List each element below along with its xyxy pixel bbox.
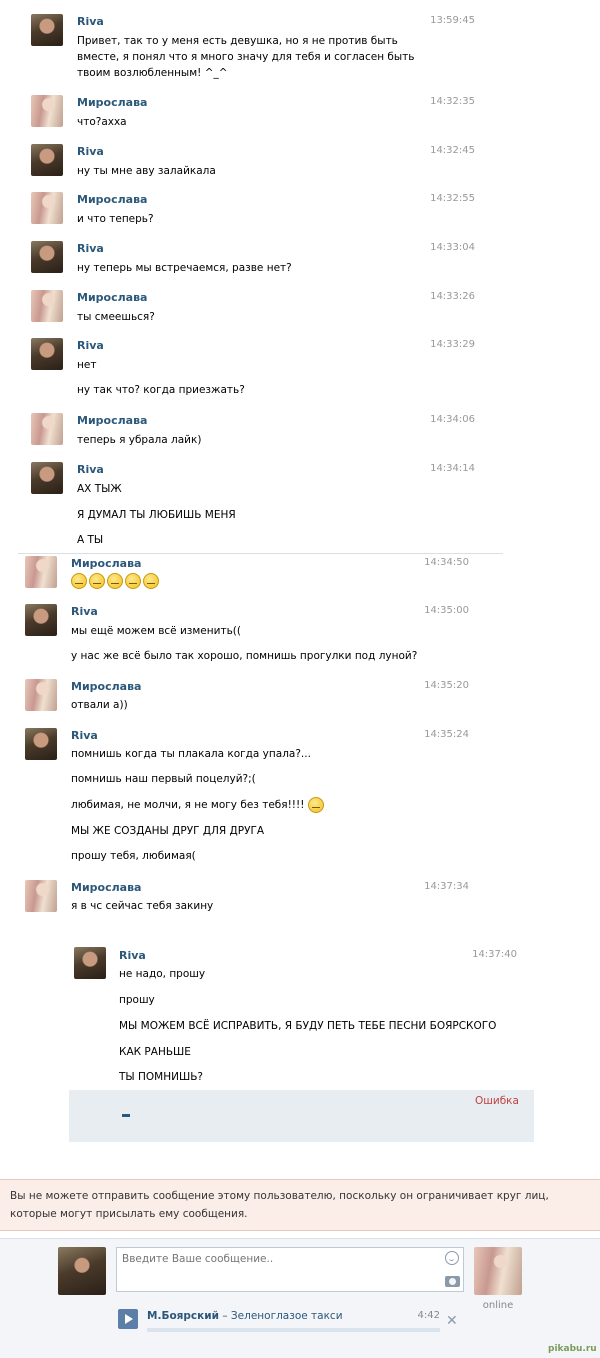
author-name[interactable]: Мирослава [77, 291, 147, 304]
author-name[interactable]: Riva [77, 339, 104, 352]
avatar[interactable] [25, 728, 57, 760]
message-text: КАК РАНЬШЕ [119, 1046, 191, 1058]
author-name[interactable]: Riva [77, 242, 104, 255]
message-time: 14:35:20 [424, 680, 469, 691]
message-text: помнишь когда ты плакала когда упала?... [71, 748, 311, 760]
message-line: любимая, не молчи, я не могу без тебя!!!… [71, 797, 326, 813]
avatar[interactable] [31, 462, 63, 494]
message-text: у нас же всё было так хорошо, помнишь пр… [71, 650, 418, 662]
author-name[interactable]: Мирослава [77, 193, 147, 206]
play-icon[interactable] [118, 1309, 138, 1329]
message-text: ты смеешься? [77, 311, 155, 323]
author-name[interactable]: Riva [77, 145, 104, 158]
message-text: мы ещё можем всё изменить(( [71, 625, 241, 637]
message-time: 13:59:45 [430, 15, 475, 26]
message-time: 14:37:34 [424, 881, 469, 892]
avatar[interactable] [31, 95, 63, 127]
track-artist[interactable]: М.Боярский [147, 1310, 219, 1322]
message-time: 14:33:26 [430, 291, 475, 302]
author-name[interactable]: Мирослава [71, 881, 141, 894]
emoji-icon[interactable] [445, 1251, 459, 1265]
message-text: и что теперь? [77, 213, 154, 225]
avatar[interactable] [31, 192, 63, 224]
message-time: 14:35:24 [424, 729, 469, 740]
peer-avatar[interactable] [474, 1247, 522, 1295]
privacy-notice-text: Вы не можете отправить сообщение этому п… [10, 1190, 549, 1220]
avatar[interactable] [25, 556, 57, 588]
message-time: 14:35:00 [424, 605, 469, 616]
message-text: помнишь наш первый поцелуй?;( [71, 773, 256, 785]
avatar[interactable] [25, 880, 57, 912]
neutral-face-icon [125, 573, 141, 589]
message-time: 14:33:29 [430, 339, 475, 350]
author-name[interactable]: Мирослава [77, 414, 147, 427]
message-text: теперь я убрала лайк) [77, 434, 202, 446]
author-name[interactable]: Riva [119, 949, 146, 962]
author-name[interactable]: Riva [77, 463, 104, 476]
message-time: 14:34:06 [430, 414, 475, 425]
message-time: 14:32:55 [430, 193, 475, 204]
neutral-face-icon [89, 573, 105, 589]
message-time: 14:34:50 [424, 557, 469, 568]
avatar[interactable] [31, 413, 63, 445]
emoji-row [71, 573, 161, 589]
avatar[interactable] [25, 679, 57, 711]
message-text: ну ты мне аву залайкала [77, 165, 216, 177]
message-text: ну так что? когда приезжать? [77, 384, 245, 396]
author-name[interactable]: Мирослава [71, 557, 141, 570]
neutral-face-icon [71, 573, 87, 589]
message-time: 14:37:40 [472, 949, 517, 960]
message-input[interactable] [116, 1247, 464, 1292]
message-text: прошу тебя, любимая( [71, 850, 196, 862]
message-text: А ТЫ [77, 534, 104, 546]
sending-indicator [122, 1114, 130, 1117]
message-text: что?ахха [77, 116, 127, 128]
message-time: 14:32:45 [430, 145, 475, 156]
track-title[interactable]: Зеленоглазое такси [231, 1310, 343, 1322]
message-text: Привет, так то у меня есть девушка, но я… [77, 35, 415, 79]
track-duration: 4:42 [417, 1310, 440, 1321]
neutral-face-icon [107, 573, 123, 589]
message-text: я в чс сейчас тебя закину [71, 900, 214, 912]
message-text: Я ДУМАЛ ТЫ ЛЮБИШЬ МЕНЯ [77, 509, 236, 521]
message-text: отвали а)) [71, 699, 128, 711]
message-text: не надо, прошу [119, 968, 206, 980]
error-label[interactable]: Ошибка [475, 1095, 519, 1107]
author-name[interactable]: Riva [71, 729, 98, 742]
message-text: нет [77, 359, 97, 371]
neutral-face-icon [143, 573, 159, 589]
author-name[interactable]: Riva [71, 605, 98, 618]
message-text: любимая, не молчи, я не могу без тебя!!!… [71, 799, 305, 811]
author-name[interactable]: Мирослава [71, 680, 141, 693]
track-separator: – [218, 1310, 231, 1322]
message-text: ТЫ ПОМНИШЬ? [119, 1071, 203, 1083]
message-text: АХ ТЫЖ [77, 483, 122, 495]
message-time: 14:32:35 [430, 96, 475, 107]
avatar[interactable] [31, 290, 63, 322]
author-name[interactable]: Мирослава [77, 96, 147, 109]
author-name[interactable]: Riva [77, 15, 104, 28]
message-text: прошу [119, 994, 155, 1006]
screenshot-divider [18, 553, 503, 554]
audio-track[interactable]: М.Боярский – Зеленоглазое такси [147, 1310, 343, 1322]
avatar[interactable] [31, 338, 63, 370]
close-icon[interactable]: ✕ [446, 1313, 458, 1329]
message-text: МЫ МОЖЕМ ВСЁ ИСПРАВИТЬ, Я БУДУ ПЕТЬ ТЕБЕ… [119, 1020, 497, 1032]
message-text: МЫ ЖЕ СОЗДАНЫ ДРУГ ДЛЯ ДРУГА [71, 825, 265, 837]
avatar[interactable] [31, 14, 63, 46]
camera-icon[interactable] [445, 1276, 460, 1287]
avatar[interactable] [31, 144, 63, 176]
message-text: ну теперь мы встречаемся, разве нет? [77, 262, 292, 274]
watermark: pikabu.ru [548, 1344, 597, 1354]
message-time: 14:34:14 [430, 463, 475, 474]
my-avatar[interactable] [58, 1247, 106, 1295]
track-progress[interactable] [147, 1328, 440, 1332]
avatar[interactable] [25, 604, 57, 636]
message-time: 14:33:04 [430, 242, 475, 253]
avatar[interactable] [31, 241, 63, 273]
avatar[interactable] [74, 947, 106, 979]
failed-message-box [69, 1090, 534, 1142]
crying-face-icon [307, 797, 324, 813]
online-status: online [482, 1300, 514, 1311]
